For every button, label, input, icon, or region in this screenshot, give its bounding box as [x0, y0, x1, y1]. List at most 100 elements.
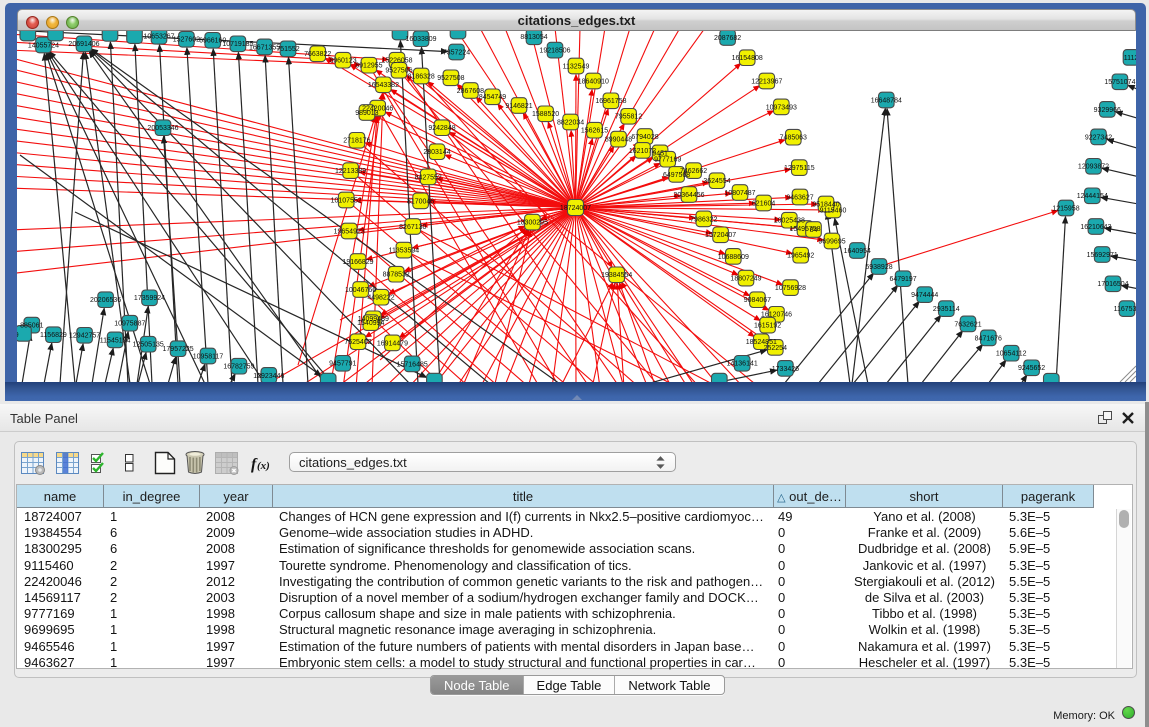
svg-text:8960123: 8960123 — [329, 58, 356, 65]
svg-text:7625402: 7625402 — [344, 339, 371, 346]
svg-text:12505135: 12505135 — [133, 342, 164, 349]
svg-text:18640910: 18640910 — [578, 78, 609, 85]
svg-text:7986322: 7986322 — [690, 216, 717, 223]
svg-text:10973493: 10973493 — [766, 104, 797, 111]
svg-text:1588520: 1588520 — [532, 111, 559, 118]
svg-text:10654112: 10654112 — [996, 351, 1027, 358]
svg-text:39159: 39159 — [17, 332, 19, 339]
svg-text:14136141: 14136141 — [727, 361, 758, 368]
svg-text:16543382: 16543382 — [368, 82, 399, 89]
svg-text:18724007: 18724007 — [560, 205, 591, 212]
svg-text:989013: 989013 — [355, 110, 378, 117]
svg-text:8427552: 8427552 — [415, 174, 442, 181]
svg-text:20364456: 20364456 — [673, 192, 704, 199]
svg-text:4498222: 4498222 — [367, 295, 394, 302]
svg-text:15226058: 15226058 — [381, 58, 412, 65]
svg-text:10107552: 10107552 — [331, 197, 362, 204]
svg-text:6479197: 6479197 — [889, 276, 916, 283]
svg-text:8813054: 8813054 — [520, 34, 547, 41]
svg-text:17957225: 17957225 — [163, 346, 194, 353]
svg-text:15692971: 15692971 — [1087, 252, 1118, 259]
svg-text:(x): (x) — [257, 460, 270, 472]
svg-text:16648784: 16648784 — [871, 97, 902, 104]
svg-text:252254: 252254 — [764, 345, 787, 352]
svg-text:19218506: 19218506 — [539, 48, 570, 55]
svg-text:9146821: 9146821 — [505, 103, 532, 110]
svg-text:9777169: 9777169 — [654, 157, 681, 164]
svg-text:2803144: 2803144 — [423, 149, 450, 156]
svg-text:5938928: 5938928 — [865, 264, 892, 271]
svg-text:7357224: 7357224 — [443, 49, 470, 56]
svg-text:1965492: 1965492 — [787, 253, 814, 260]
svg-text:9518440: 9518440 — [812, 201, 839, 208]
svg-text:12975115: 12975115 — [784, 165, 815, 172]
svg-text:1156829: 1156829 — [40, 332, 67, 339]
svg-text:17016504: 17016504 — [1097, 281, 1128, 288]
svg-text:7632621: 7632621 — [954, 321, 981, 328]
svg-text:19654923: 19654923 — [334, 228, 365, 235]
svg-text:12942757: 12942757 — [69, 333, 100, 340]
svg-text:9457791: 9457791 — [329, 361, 356, 368]
svg-text:11545194: 11545194 — [100, 337, 131, 344]
svg-text:9084067: 9084067 — [744, 297, 771, 304]
svg-text:20206536: 20206536 — [90, 297, 121, 304]
svg-text:20053346: 20053346 — [147, 125, 178, 132]
svg-text:8454749: 8454749 — [479, 94, 506, 101]
svg-text:2087682: 2087682 — [714, 35, 741, 42]
svg-text:11353594: 11353594 — [389, 248, 420, 255]
svg-text:1112: 1112 — [1124, 55, 1136, 62]
svg-text:1215958: 1215958 — [1052, 205, 1079, 212]
svg-text:10756928: 10756928 — [775, 285, 806, 292]
svg-text:9527508: 9527508 — [437, 75, 464, 82]
svg-text:12444154: 12444154 — [1077, 193, 1108, 200]
svg-text:14055724: 14055724 — [28, 42, 59, 49]
svg-text:15751074: 15751074 — [1104, 79, 1135, 86]
svg-text:19166829: 19166829 — [342, 259, 373, 266]
svg-text:9242848: 9242848 — [428, 125, 455, 132]
svg-text:8878532: 8878532 — [383, 272, 410, 279]
svg-text:16154808: 16154808 — [732, 55, 763, 62]
svg-text:12213967: 12213967 — [751, 78, 782, 85]
svg-text:10653267: 10653267 — [143, 34, 174, 41]
svg-text:9115460: 9115460 — [820, 207, 847, 214]
svg-text:8822034: 8822034 — [557, 119, 584, 126]
svg-text:751552: 751552 — [276, 46, 299, 53]
svg-text:16120746: 16120746 — [761, 312, 792, 319]
svg-text:3624554: 3624554 — [703, 178, 730, 185]
svg-text:15716485: 15716485 — [397, 361, 428, 368]
svg-text:7462662: 7462662 — [680, 168, 707, 175]
svg-text:10688609: 10688609 — [718, 254, 749, 261]
svg-text:1167531: 1167531 — [1114, 306, 1136, 313]
svg-text:16782759: 16782759 — [223, 364, 254, 371]
svg-text:10046766: 10046766 — [345, 287, 376, 294]
svg-text:17359924: 17359924 — [134, 295, 165, 302]
svg-text:84: 84 — [810, 227, 818, 234]
svg-text:16210643: 16210643 — [1080, 224, 1111, 231]
svg-text:9699695: 9699695 — [818, 238, 845, 245]
svg-text:10975887: 10975887 — [114, 321, 145, 328]
svg-text:6794028: 6794028 — [631, 134, 658, 141]
svg-text:8471676: 8471676 — [975, 335, 1002, 342]
svg-text:2718176: 2718176 — [343, 138, 370, 145]
svg-text:9329966: 9329966 — [1094, 107, 1121, 114]
svg-text:1615192: 1615192 — [754, 323, 781, 330]
svg-text:10807487: 10807487 — [724, 190, 755, 197]
svg-text:7485063: 7485063 — [780, 135, 807, 142]
svg-text:9245652: 9245652 — [1018, 365, 1045, 372]
svg-text:1132549: 1132549 — [563, 63, 590, 70]
svg-text:8186328: 8186328 — [408, 73, 435, 80]
svg-text:19384554: 19384554 — [601, 272, 632, 279]
svg-text:8990448: 8990448 — [605, 137, 632, 144]
svg-text:12093872: 12093872 — [1078, 164, 1109, 171]
svg-text:8170046: 8170046 — [407, 198, 434, 205]
svg-text:1640954: 1640954 — [844, 248, 871, 255]
svg-text:16033809: 16033809 — [405, 36, 436, 43]
svg-text:885061: 885061 — [20, 323, 43, 330]
svg-text:10025438: 10025438 — [774, 218, 805, 225]
svg-text:7663822: 7663822 — [304, 51, 331, 58]
svg-text:9474444: 9474444 — [911, 292, 938, 299]
svg-text:2935114: 2935114 — [933, 306, 960, 313]
svg-text:621604: 621604 — [752, 200, 775, 207]
svg-text:18300295: 18300295 — [517, 220, 548, 227]
svg-text:1540994: 1540994 — [357, 320, 384, 327]
